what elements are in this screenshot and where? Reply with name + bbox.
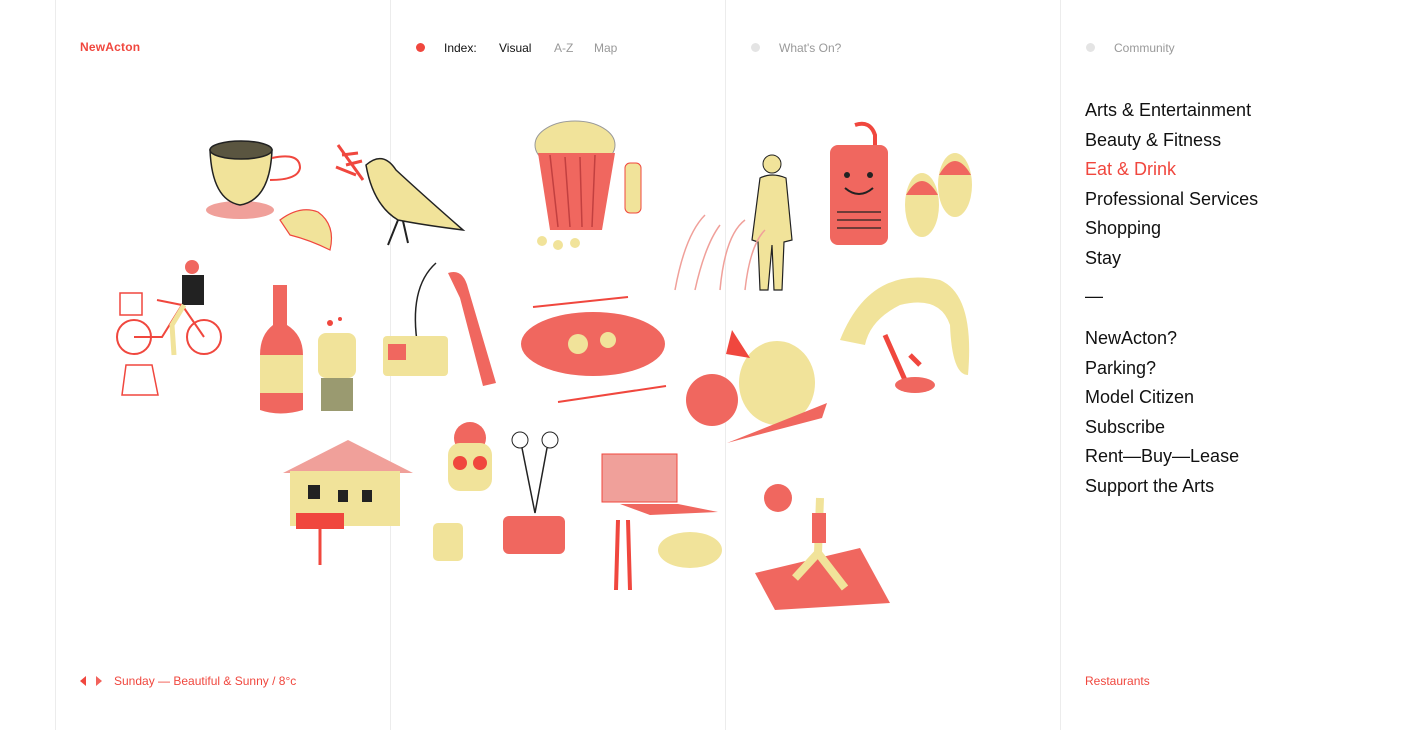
- link-newacton[interactable]: NewActon?: [1085, 324, 1239, 354]
- category-stay[interactable]: Stay: [1085, 244, 1258, 274]
- dinner-plate-icon[interactable]: [518, 282, 673, 412]
- door-hanger-icon[interactable]: [825, 120, 895, 250]
- laptop-icon[interactable]: [598, 450, 728, 595]
- index-label: Index:: [444, 41, 477, 55]
- next-arrow-icon[interactable]: [96, 676, 102, 686]
- category-shopping[interactable]: Shopping: [1085, 214, 1258, 244]
- index-option-visual[interactable]: Visual: [499, 41, 531, 55]
- whats-on-link[interactable]: What's On?: [779, 41, 841, 55]
- current-section-label: Restaurants: [1085, 674, 1150, 688]
- house-for-sale-icon[interactable]: [278, 435, 418, 570]
- link-subscribe[interactable]: Subscribe: [1085, 413, 1239, 443]
- bird-icon[interactable]: [328, 135, 468, 250]
- weather-text: Sunday — Beautiful & Sunny / 8°c: [114, 674, 297, 688]
- muffin-icon[interactable]: [520, 115, 660, 255]
- community-dot-icon: [1086, 43, 1095, 52]
- slippers-icon[interactable]: [900, 145, 980, 245]
- brand-logo-link[interactable]: NewActon: [80, 40, 140, 54]
- fountain-icon[interactable]: [665, 205, 775, 295]
- category-eat-drink[interactable]: Eat & Drink: [1085, 155, 1258, 185]
- prev-arrow-icon[interactable]: [80, 676, 86, 686]
- link-model-citizen[interactable]: Model Citizen: [1085, 383, 1239, 413]
- category-arts-entertainment[interactable]: Arts & Entertainment: [1085, 96, 1258, 126]
- index-option-az[interactable]: A-Z: [554, 41, 573, 55]
- category-professional-services[interactable]: Professional Services: [1085, 185, 1258, 215]
- category-menu: Arts & Entertainment Beauty & Fitness Ea…: [1085, 96, 1258, 273]
- wine-bottle-icon[interactable]: [255, 285, 310, 420]
- link-rent-buy-lease[interactable]: Rent—Buy—Lease: [1085, 442, 1239, 472]
- link-support-arts[interactable]: Support the Arts: [1085, 472, 1239, 502]
- salt-shaker-icon[interactable]: [315, 315, 360, 415]
- pumpkin-icon[interactable]: [682, 318, 837, 458]
- column-divider: [55, 0, 56, 730]
- index-option-map[interactable]: Map: [594, 41, 617, 55]
- info-links: NewActon? Parking? Model Citizen Subscri…: [1085, 324, 1239, 501]
- scarf-icon[interactable]: [830, 265, 980, 400]
- weather-bar: Sunday — Beautiful & Sunny / 8°c: [80, 674, 296, 688]
- community-link[interactable]: Community: [1114, 41, 1175, 55]
- whats-on-dot-icon: [751, 43, 760, 52]
- tie-badge-icon[interactable]: [378, 258, 503, 393]
- coffee-cup-icon[interactable]: [200, 130, 340, 260]
- index-dot-icon: [416, 43, 425, 52]
- scissors-books-icon[interactable]: [495, 428, 570, 558]
- glasses-face-icon[interactable]: [430, 418, 505, 563]
- yoga-mat-icon[interactable]: [750, 478, 895, 613]
- link-parking[interactable]: Parking?: [1085, 354, 1239, 384]
- column-divider: [1060, 0, 1061, 730]
- category-beauty-fitness[interactable]: Beauty & Fitness: [1085, 126, 1258, 156]
- menu-separator: —: [1085, 286, 1103, 306]
- cyclist-icon[interactable]: [112, 255, 232, 400]
